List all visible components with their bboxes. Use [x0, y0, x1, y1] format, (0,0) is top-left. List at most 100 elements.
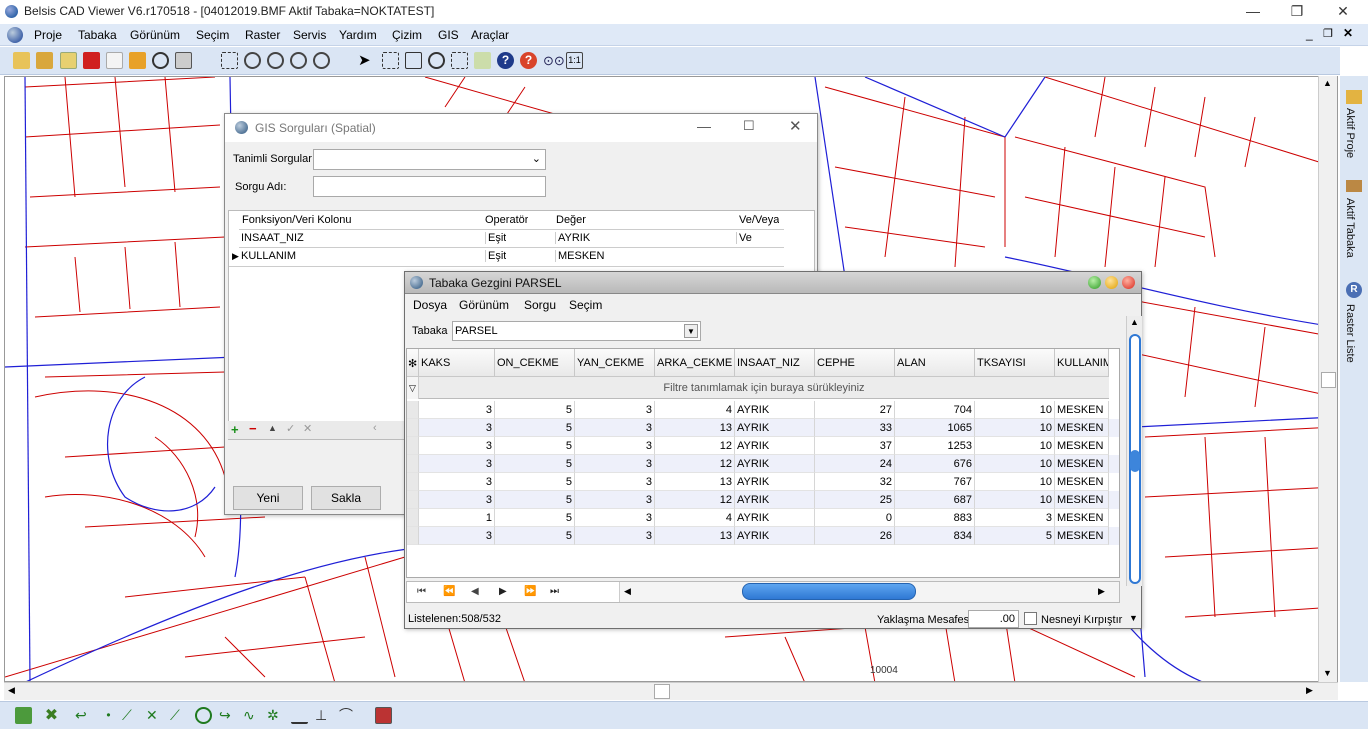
- dimension-tool-icon[interactable]: ⊥: [315, 707, 332, 724]
- cell-insaat-niz[interactable]: AYRIK: [735, 527, 815, 545]
- cell-arka-cekme[interactable]: 13: [655, 419, 735, 437]
- cell-cephe[interactable]: 33: [815, 419, 895, 437]
- grid-scroll-right-icon[interactable]: ▶: [1098, 586, 1105, 597]
- cell-kullanim[interactable]: MESKEN: [1055, 491, 1109, 509]
- select-window-icon[interactable]: [382, 52, 399, 69]
- cell-on-cekme[interactable]: 5: [495, 419, 575, 437]
- cell-arka-cekme[interactable]: 4: [655, 401, 735, 419]
- col-veveya[interactable]: Ve/Veya: [739, 214, 779, 226]
- cell-insaat-niz[interactable]: AYRIK: [735, 473, 815, 491]
- cell-cephe[interactable]: 26: [815, 527, 895, 545]
- close-file-icon[interactable]: [60, 52, 77, 69]
- row2-deger[interactable]: MESKEN: [555, 250, 604, 262]
- cell-arka-cekme[interactable]: 12: [655, 491, 735, 509]
- next-record-icon[interactable]: ▶: [499, 586, 507, 597]
- zoom-window-icon[interactable]: [244, 52, 261, 69]
- tab-aktif-proje[interactable]: Aktif Proje: [1344, 108, 1356, 158]
- tabaka-select[interactable]: PARSEL ▼: [452, 321, 701, 341]
- pin-icon[interactable]: [129, 52, 146, 69]
- cell-insaat-niz[interactable]: AYRIK: [735, 455, 815, 473]
- cell-tksayisi[interactable]: 10: [975, 473, 1055, 491]
- cell-yan-cekme[interactable]: 3: [575, 473, 655, 491]
- chevron-down-icon[interactable]: ⌄: [532, 152, 541, 165]
- table-row[interactable]: INSAAT_NIZ Eşit AYRIK Ve: [239, 229, 784, 248]
- table-row[interactable]: 3 5 3 12 AYRIK 25 687 10 MESKEN: [407, 491, 1119, 509]
- pointer-icon[interactable]: ➤: [358, 52, 375, 69]
- lb-bottom-scroll-icon[interactable]: ▼: [1129, 613, 1138, 623]
- col-insaat-niz[interactable]: INSAAT_NIZ: [735, 349, 815, 377]
- table-row[interactable]: 1 5 3 4 AYRIK 0 883 3 MESKEN: [407, 509, 1119, 527]
- cell-cephe[interactable]: 0: [815, 509, 895, 527]
- calculator-icon[interactable]: [175, 52, 192, 69]
- cell-tksayisi[interactable]: 5: [975, 527, 1055, 545]
- cell-insaat-niz[interactable]: AYRIK: [735, 509, 815, 527]
- cell-yan-cekme[interactable]: 3: [575, 491, 655, 509]
- row-selector[interactable]: [407, 419, 419, 437]
- cell-on-cekme[interactable]: 5: [495, 527, 575, 545]
- tab-aktif-tabaka[interactable]: Aktif Tabaka: [1344, 198, 1356, 258]
- col-on-cekme[interactable]: ON_CEKME: [495, 349, 575, 377]
- col-arka-cekme[interactable]: ARKA_CEKME: [655, 349, 735, 377]
- cell-kaks[interactable]: 3: [419, 401, 495, 419]
- table-row[interactable]: ▶ KULLANIM Eşit MESKEN: [229, 248, 784, 267]
- binoculars-icon[interactable]: ⊙⊙: [543, 52, 565, 69]
- cell-on-cekme[interactable]: 5: [495, 437, 575, 455]
- point-tool-icon[interactable]: •: [100, 707, 117, 724]
- menu-yardim[interactable]: Yardım: [339, 28, 377, 42]
- text-tool-icon[interactable]: [291, 707, 308, 724]
- col-alan[interactable]: ALAN: [895, 349, 975, 377]
- book-tool-icon[interactable]: [375, 707, 392, 724]
- cell-arka-cekme[interactable]: 12: [655, 437, 735, 455]
- table-row[interactable]: 3 5 3 13 AYRIK 32 767 10 MESKEN: [407, 473, 1119, 491]
- map-vertical-scrollbar[interactable]: ▲ ▼: [1318, 76, 1337, 682]
- spline-tool-icon[interactable]: ∿: [243, 707, 260, 724]
- curve-tool-icon[interactable]: ↩: [75, 707, 92, 724]
- cell-kullanim[interactable]: MESKEN: [1055, 473, 1109, 491]
- tab-raster-liste[interactable]: Raster Liste: [1344, 304, 1356, 363]
- menu-gorunum-lb[interactable]: Görünüm: [459, 298, 509, 312]
- cell-alan[interactable]: 1253: [895, 437, 975, 455]
- clip-checkbox[interactable]: [1024, 612, 1037, 625]
- red-close-icon[interactable]: [1122, 276, 1135, 289]
- select-cross-icon[interactable]: [405, 52, 422, 69]
- col-kaks[interactable]: KAKS: [419, 349, 495, 377]
- menu-cizim[interactable]: Çizim: [392, 28, 422, 42]
- cell-kaks[interactable]: 3: [419, 419, 495, 437]
- scroll-up-icon[interactable]: ▲: [1323, 78, 1332, 88]
- approach-input[interactable]: .00: [968, 610, 1019, 628]
- target-icon[interactable]: [152, 52, 169, 69]
- gis-maximize-button[interactable]: ☐: [743, 118, 755, 134]
- cell-tksayisi[interactable]: 10: [975, 401, 1055, 419]
- confirm-icon[interactable]: ✓: [286, 422, 295, 435]
- row1-fonksiyon[interactable]: INSAAT_NIZ: [241, 232, 304, 244]
- cell-insaat-niz[interactable]: AYRIK: [735, 491, 815, 509]
- lb-vscroll-thumb[interactable]: [1130, 450, 1140, 472]
- cell-alan[interactable]: 1065: [895, 419, 975, 437]
- menu-raster[interactable]: Raster: [245, 28, 280, 42]
- cell-kaks[interactable]: 3: [419, 455, 495, 473]
- cell-cephe[interactable]: 24: [815, 455, 895, 473]
- lb-scroll-up-icon[interactable]: ▲: [1130, 317, 1139, 327]
- cell-alan[interactable]: 704: [895, 401, 975, 419]
- grid-hscroll[interactable]: ◀ ▶: [619, 582, 1119, 602]
- cell-cephe[interactable]: 32: [815, 473, 895, 491]
- cell-kullanim[interactable]: MESKEN: [1055, 419, 1109, 437]
- col-operator[interactable]: Operatör: [485, 214, 528, 226]
- table-row[interactable]: 3 5 3 12 AYRIK 24 676 10 MESKEN: [407, 455, 1119, 473]
- line-tool-icon[interactable]: ⟋: [122, 707, 139, 724]
- map-hscroll-thumb[interactable]: [654, 684, 670, 699]
- zoom-in-icon[interactable]: [267, 52, 284, 69]
- table-row[interactable]: 3 5 3 12 AYRIK 37 1253 10 MESKEN: [407, 437, 1119, 455]
- cell-on-cekme[interactable]: 5: [495, 509, 575, 527]
- row-selector[interactable]: [407, 437, 419, 455]
- sorgu-adi-input[interactable]: [313, 176, 546, 197]
- cell-arka-cekme[interactable]: 13: [655, 527, 735, 545]
- scroll-left-small-icon[interactable]: ‹: [373, 422, 377, 434]
- zoom-extents-icon[interactable]: [313, 52, 330, 69]
- next-page-icon[interactable]: ⏩: [524, 586, 536, 597]
- gis-minimize-button[interactable]: —: [697, 118, 711, 134]
- layer-select-icon[interactable]: [474, 52, 491, 69]
- tabaka-dropdown-icon[interactable]: ▼: [684, 324, 698, 338]
- arc-tool-icon[interactable]: ↪: [219, 707, 236, 724]
- cell-insaat-niz[interactable]: AYRIK: [735, 419, 815, 437]
